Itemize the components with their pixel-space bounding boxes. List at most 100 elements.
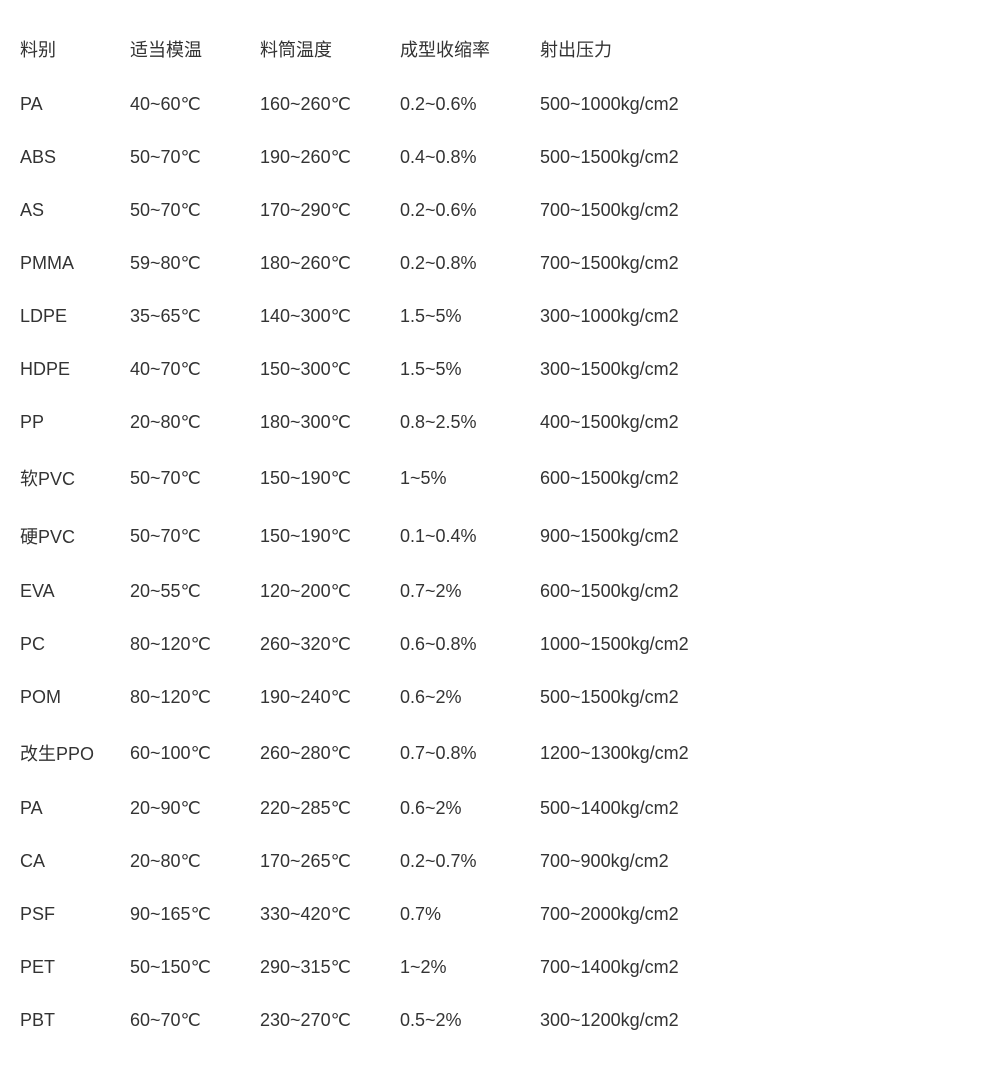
cell-barrel-temp: 260~280℃ (260, 724, 400, 782)
cell-mold-temp: 20~80℃ (130, 396, 260, 449)
cell-barrel-temp: 150~300℃ (260, 343, 400, 396)
cell-material: PSF (20, 888, 130, 941)
table-row: HDPE40~70℃150~300℃1.5~5%300~1500kg/cm2 (20, 343, 980, 396)
cell-shrinkage: 0.6~2% (400, 671, 540, 724)
table-row: EVA20~55℃120~200℃0.7~2%600~1500kg/cm2 (20, 565, 980, 618)
cell-mold-temp: 20~55℃ (130, 565, 260, 618)
table-row: PMMA59~80℃180~260℃0.2~0.8%700~1500kg/cm2 (20, 237, 980, 290)
cell-material: 硬PVC (20, 507, 130, 565)
cell-mold-temp: 60~100℃ (130, 724, 260, 782)
table-row: PC80~120℃260~320℃0.6~0.8%1000~1500kg/cm2 (20, 618, 980, 671)
cell-shrinkage: 0.6~2% (400, 782, 540, 835)
cell-mold-temp: 50~150℃ (130, 941, 260, 994)
cell-pressure: 500~1500kg/cm2 (540, 671, 980, 724)
cell-material: 改生PPO (20, 724, 130, 782)
cell-pressure: 500~1400kg/cm2 (540, 782, 980, 835)
cell-material: PMMA (20, 237, 130, 290)
table-header-row: 料别 适当模温 料筒温度 成型收缩率 射出压力 (20, 20, 980, 78)
cell-barrel-temp: 180~260℃ (260, 237, 400, 290)
cell-shrinkage: 0.2~0.7% (400, 835, 540, 888)
table-row: CA20~80℃170~265℃0.2~0.7%700~900kg/cm2 (20, 835, 980, 888)
cell-pressure: 700~2000kg/cm2 (540, 888, 980, 941)
table-row: PSF90~165℃330~420℃0.7%700~2000kg/cm2 (20, 888, 980, 941)
cell-barrel-temp: 230~270℃ (260, 994, 400, 1047)
cell-mold-temp: 40~70℃ (130, 343, 260, 396)
cell-material: PBT (20, 994, 130, 1047)
table-body: PA40~60℃160~260℃0.2~0.6%500~1000kg/cm2AB… (20, 78, 980, 1047)
cell-material: AS (20, 184, 130, 237)
cell-pressure: 600~1500kg/cm2 (540, 565, 980, 618)
cell-shrinkage: 1.5~5% (400, 290, 540, 343)
cell-pressure: 300~1000kg/cm2 (540, 290, 980, 343)
cell-material: EVA (20, 565, 130, 618)
cell-barrel-temp: 120~200℃ (260, 565, 400, 618)
cell-shrinkage: 0.5~2% (400, 994, 540, 1047)
header-barrel-temp: 料筒温度 (260, 20, 400, 78)
cell-mold-temp: 20~90℃ (130, 782, 260, 835)
cell-mold-temp: 60~70℃ (130, 994, 260, 1047)
cell-pressure: 700~1500kg/cm2 (540, 184, 980, 237)
cell-barrel-temp: 180~300℃ (260, 396, 400, 449)
cell-mold-temp: 50~70℃ (130, 507, 260, 565)
cell-material: POM (20, 671, 130, 724)
cell-material: PP (20, 396, 130, 449)
cell-material: LDPE (20, 290, 130, 343)
header-mold-temp: 适当模温 (130, 20, 260, 78)
cell-shrinkage: 1~5% (400, 449, 540, 507)
table-row: 硬PVC50~70℃150~190℃0.1~0.4%900~1500kg/cm2 (20, 507, 980, 565)
cell-shrinkage: 0.2~0.8% (400, 237, 540, 290)
cell-mold-temp: 35~65℃ (130, 290, 260, 343)
cell-material: 软PVC (20, 449, 130, 507)
cell-material: CA (20, 835, 130, 888)
cell-barrel-temp: 190~240℃ (260, 671, 400, 724)
cell-barrel-temp: 150~190℃ (260, 449, 400, 507)
cell-pressure: 700~1400kg/cm2 (540, 941, 980, 994)
table-row: 软PVC50~70℃150~190℃1~5%600~1500kg/cm2 (20, 449, 980, 507)
cell-mold-temp: 50~70℃ (130, 449, 260, 507)
cell-mold-temp: 40~60℃ (130, 78, 260, 131)
cell-pressure: 900~1500kg/cm2 (540, 507, 980, 565)
cell-barrel-temp: 170~265℃ (260, 835, 400, 888)
cell-mold-temp: 90~165℃ (130, 888, 260, 941)
cell-shrinkage: 0.7~0.8% (400, 724, 540, 782)
table-row: AS50~70℃170~290℃0.2~0.6%700~1500kg/cm2 (20, 184, 980, 237)
cell-pressure: 500~1000kg/cm2 (540, 78, 980, 131)
cell-shrinkage: 0.7~2% (400, 565, 540, 618)
cell-mold-temp: 50~70℃ (130, 184, 260, 237)
cell-pressure: 1000~1500kg/cm2 (540, 618, 980, 671)
cell-pressure: 1200~1300kg/cm2 (540, 724, 980, 782)
cell-mold-temp: 80~120℃ (130, 618, 260, 671)
cell-mold-temp: 59~80℃ (130, 237, 260, 290)
cell-barrel-temp: 290~315℃ (260, 941, 400, 994)
table-row: PP20~80℃180~300℃0.8~2.5%400~1500kg/cm2 (20, 396, 980, 449)
table-row: PA40~60℃160~260℃0.2~0.6%500~1000kg/cm2 (20, 78, 980, 131)
cell-shrinkage: 0.1~0.4% (400, 507, 540, 565)
cell-barrel-temp: 190~260℃ (260, 131, 400, 184)
cell-barrel-temp: 260~320℃ (260, 618, 400, 671)
cell-shrinkage: 0.2~0.6% (400, 78, 540, 131)
table-row: LDPE35~65℃140~300℃1.5~5%300~1000kg/cm2 (20, 290, 980, 343)
cell-pressure: 400~1500kg/cm2 (540, 396, 980, 449)
cell-shrinkage: 0.4~0.8% (400, 131, 540, 184)
table-row: PA20~90℃220~285℃0.6~2%500~1400kg/cm2 (20, 782, 980, 835)
cell-barrel-temp: 140~300℃ (260, 290, 400, 343)
table-row: PBT60~70℃230~270℃0.5~2%300~1200kg/cm2 (20, 994, 980, 1047)
materials-table: 料别 适当模温 料筒温度 成型收缩率 射出压力 PA40~60℃160~260℃… (20, 20, 980, 1047)
cell-pressure: 300~1500kg/cm2 (540, 343, 980, 396)
cell-shrinkage: 0.7% (400, 888, 540, 941)
cell-material: PC (20, 618, 130, 671)
cell-material: ABS (20, 131, 130, 184)
header-pressure: 射出压力 (540, 20, 980, 78)
cell-mold-temp: 50~70℃ (130, 131, 260, 184)
cell-material: PA (20, 78, 130, 131)
cell-pressure: 600~1500kg/cm2 (540, 449, 980, 507)
cell-barrel-temp: 160~260℃ (260, 78, 400, 131)
table-row: PET50~150℃290~315℃1~2%700~1400kg/cm2 (20, 941, 980, 994)
table-row: 改生PPO60~100℃260~280℃0.7~0.8%1200~1300kg/… (20, 724, 980, 782)
cell-barrel-temp: 170~290℃ (260, 184, 400, 237)
cell-shrinkage: 0.8~2.5% (400, 396, 540, 449)
cell-mold-temp: 80~120℃ (130, 671, 260, 724)
cell-shrinkage: 0.6~0.8% (400, 618, 540, 671)
cell-shrinkage: 1.5~5% (400, 343, 540, 396)
header-material: 料别 (20, 20, 130, 78)
